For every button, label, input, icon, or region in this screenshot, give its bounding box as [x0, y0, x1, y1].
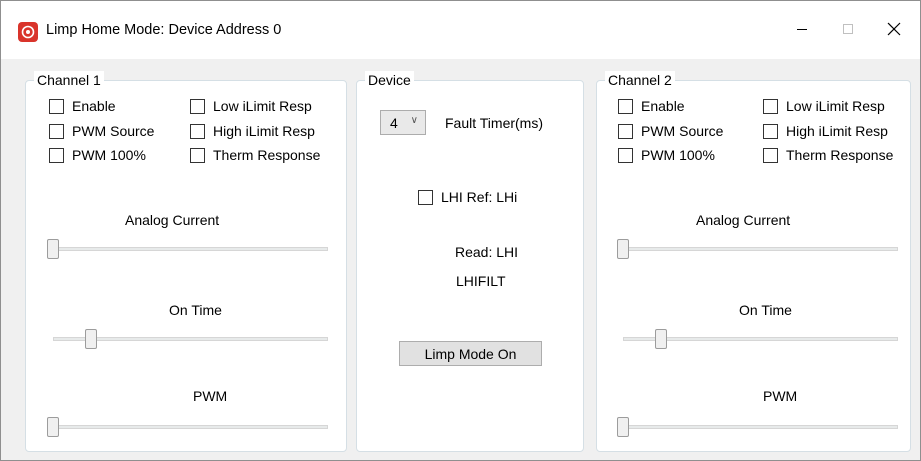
- slider-track[interactable]: [617, 425, 898, 429]
- slider-thumb[interactable]: [47, 239, 59, 259]
- checkbox-label: PWM Source: [72, 123, 155, 139]
- ch2-pwm-100-checkbox[interactable]: PWM 100%: [618, 147, 715, 163]
- checkbox-box[interactable]: [618, 98, 633, 114]
- ch2-analog-current-label: Analog Current: [696, 212, 791, 228]
- channel1-title: Channel 1: [34, 71, 104, 89]
- ch2-pwm-label: PWM: [763, 388, 798, 404]
- read-lhi-label: Read: LHI: [455, 244, 519, 260]
- ch1-pwm-label: PWM: [193, 388, 228, 404]
- channel2-group: Channel 2 Enable PWM Source PWM 100% Low…: [596, 71, 911, 452]
- fault-timer-value: 4: [390, 114, 398, 131]
- checkbox-label: PWM 100%: [72, 147, 146, 163]
- ch1-enable-checkbox[interactable]: Enable: [49, 98, 116, 114]
- slider-thumb[interactable]: [655, 329, 667, 349]
- slider-thumb[interactable]: [47, 417, 59, 437]
- lhi-ref-checkbox[interactable]: LHI Ref: LHi: [418, 189, 517, 205]
- ch1-pwm-slider[interactable]: [47, 417, 328, 437]
- checkbox-box[interactable]: [49, 123, 64, 139]
- device-group: Device 4 ∨ Fault Timer(ms) LHI Ref: LHi …: [356, 71, 584, 452]
- slider-thumb[interactable]: [617, 239, 629, 259]
- checkbox-label: Enable: [641, 98, 685, 114]
- slider-thumb[interactable]: [617, 417, 629, 437]
- checkbox-label: PWM Source: [641, 123, 724, 139]
- ch1-analog-current-slider[interactable]: [47, 239, 328, 259]
- ch2-enable-checkbox[interactable]: Enable: [618, 98, 685, 114]
- ch2-on-time-label: On Time: [739, 302, 792, 318]
- ch2-analog-current-slider[interactable]: [617, 239, 898, 259]
- ch1-pwm-source-checkbox[interactable]: PWM Source: [49, 123, 154, 139]
- checkbox-box[interactable]: [763, 147, 778, 163]
- ch1-on-time-label: On Time: [169, 302, 222, 318]
- checkbox-label: High iLimit Resp: [213, 123, 315, 139]
- checkbox-label: PWM 100%: [641, 147, 715, 163]
- checkbox-box[interactable]: [190, 147, 205, 163]
- limp-home-window: Limp Home Mode: Device Address 0 Channel…: [0, 0, 921, 461]
- fault-timer-label: Fault Timer(ms): [445, 115, 543, 131]
- ch2-on-time-slider[interactable]: [623, 329, 898, 349]
- checkbox-box[interactable]: [763, 123, 778, 139]
- ch1-analog-current-label: Analog Current: [125, 212, 220, 228]
- checkbox-label: Therm Response: [213, 147, 321, 163]
- checkbox-label: High iLimit Resp: [786, 123, 888, 139]
- maximize-icon: [842, 22, 854, 38]
- maximize-button[interactable]: [825, 1, 871, 59]
- checkbox-box[interactable]: [190, 123, 205, 139]
- checkbox-label: LHI Ref: LHi: [441, 189, 518, 205]
- ch2-low-ilimit-checkbox[interactable]: Low iLimit Resp: [763, 98, 885, 114]
- checkbox-box[interactable]: [190, 98, 205, 114]
- channel2-title: Channel 2: [605, 71, 675, 89]
- minimize-icon: [796, 22, 808, 38]
- checkbox-box[interactable]: [418, 189, 433, 205]
- checkbox-label: Low iLimit Resp: [213, 98, 312, 114]
- checkbox-box[interactable]: [618, 123, 633, 139]
- window-title: Limp Home Mode: Device Address 0: [46, 22, 282, 38]
- fault-timer-combobox[interactable]: 4 ∨: [380, 110, 426, 135]
- minimize-button[interactable]: [779, 1, 825, 59]
- ch1-pwm-100-checkbox[interactable]: PWM 100%: [49, 147, 146, 163]
- ch1-low-ilimit-checkbox[interactable]: Low iLimit Resp: [190, 98, 312, 114]
- chevron-down-icon[interactable]: ∨: [411, 115, 418, 126]
- ch2-therm-checkbox[interactable]: Therm Response: [763, 147, 893, 163]
- checkbox-label: Therm Response: [786, 147, 894, 163]
- channel1-group: Channel 1 Enable PWM Source PWM 100% Low…: [25, 71, 347, 452]
- window-content: Channel 1 Enable PWM Source PWM 100% Low…: [1, 59, 920, 460]
- close-button[interactable]: [871, 1, 917, 59]
- checkbox-label: Low iLimit Resp: [786, 98, 885, 114]
- app-icon: [18, 22, 38, 42]
- ch2-pwm-source-checkbox[interactable]: PWM Source: [618, 123, 723, 139]
- slider-track[interactable]: [47, 247, 328, 251]
- slider-thumb[interactable]: [85, 329, 97, 349]
- lhifilt-label: LHIFILT: [456, 273, 506, 289]
- ch1-high-ilimit-checkbox[interactable]: High iLimit Resp: [190, 123, 315, 139]
- checkbox-box[interactable]: [49, 147, 64, 163]
- title-bar[interactable]: Limp Home Mode: Device Address 0: [1, 1, 920, 59]
- ch2-high-ilimit-checkbox[interactable]: High iLimit Resp: [763, 123, 888, 139]
- slider-track[interactable]: [617, 247, 898, 251]
- checkbox-box[interactable]: [49, 98, 64, 114]
- ch1-on-time-slider[interactable]: [53, 329, 328, 349]
- device-title: Device: [365, 71, 414, 89]
- limp-mode-on-button[interactable]: Limp Mode On: [399, 341, 542, 366]
- ch2-pwm-slider[interactable]: [617, 417, 898, 437]
- checkbox-box[interactable]: [763, 98, 778, 114]
- checkbox-label: Enable: [72, 98, 116, 114]
- ch1-therm-checkbox[interactable]: Therm Response: [190, 147, 320, 163]
- slider-track[interactable]: [47, 425, 328, 429]
- close-icon: [887, 22, 901, 39]
- checkbox-box[interactable]: [618, 147, 633, 163]
